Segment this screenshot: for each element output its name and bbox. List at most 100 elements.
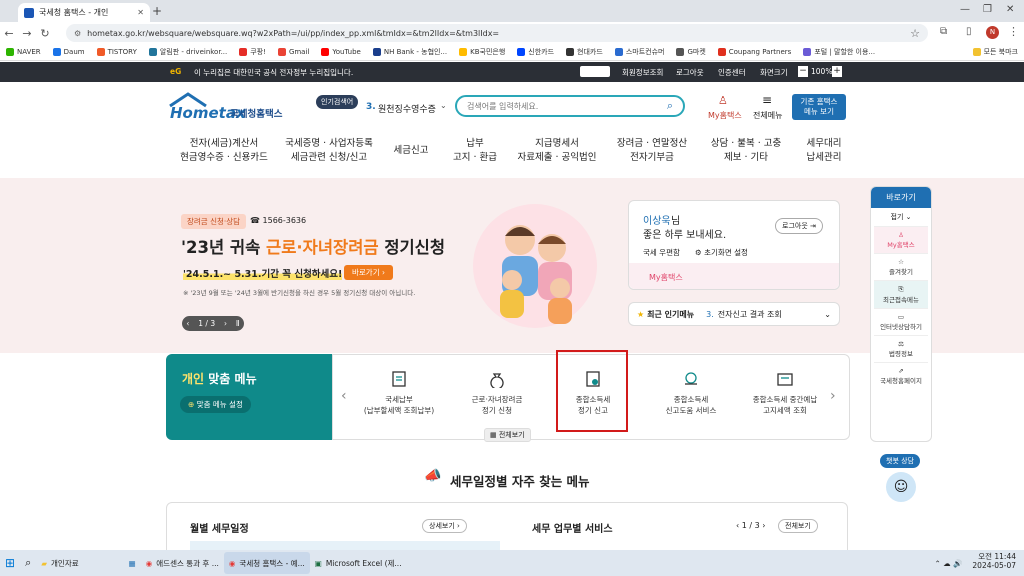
quick-nts-home[interactable]: ⇗ 국세청홈페이지 <box>874 362 928 389</box>
service-pager[interactable]: ‹ 1 / 3 › <box>736 521 765 530</box>
hero-go-button[interactable]: 바로가기 › <box>344 265 393 280</box>
menu-item-incentive[interactable]: 근로·자녀장려금 정기 신청 <box>452 368 542 416</box>
popular-menu-bar[interactable]: ★ 최근 인기메뉴 3. 전자신고 결과 조회 ⌄ <box>628 302 840 326</box>
browser-tab[interactable]: 국세청 홈택스 - 개인 ✕ <box>18 3 150 22</box>
menu-prev-icon[interactable]: ‹ <box>341 388 347 404</box>
fold-button[interactable]: 접기 ⌄ <box>871 208 931 226</box>
sidepanel-icon[interactable]: ▯ <box>966 26 972 37</box>
bookmark-item[interactable]: 현대카드 <box>560 47 609 57</box>
bookmark-item[interactable]: 알림판 - driveinkor... <box>143 47 233 57</box>
mailbox-link[interactable]: 국세 우편함 <box>643 247 680 258</box>
all-bookmarks[interactable]: 모든 북마크 <box>967 47 1024 57</box>
site-info-icon[interactable]: ⚙ <box>74 29 81 38</box>
service-all-button[interactable]: 전체보기 <box>778 519 818 533</box>
close-tab-icon[interactable]: ✕ <box>137 8 144 17</box>
gavel-icon: ⚖ <box>898 340 904 348</box>
chatbot-label[interactable]: 챗봇 상담 <box>880 454 920 468</box>
bookmark-item[interactable]: TISTORY <box>91 48 143 56</box>
hometax-logo[interactable]: Hometax 국세청홈택스 <box>168 92 288 122</box>
quick-law-info[interactable]: ⚖ 법령정보 <box>874 335 928 362</box>
my-user-icon[interactable]: ♙ <box>718 94 728 107</box>
bookmark-item[interactable]: YouTube <box>315 48 366 56</box>
bookmark-item[interactable]: KB국민은행 <box>453 47 511 57</box>
windows-start-icon[interactable]: ⊞ <box>0 552 20 574</box>
next-icon[interactable]: › <box>224 319 227 328</box>
minimize-icon[interactable]: — <box>960 4 970 15</box>
bookmark-star-icon[interactable]: ☆ <box>910 27 920 40</box>
gnb-item-tax-agent[interactable]: 세무대리 납세관리 <box>794 137 854 165</box>
search-icon[interactable]: ⌕ <box>667 99 673 113</box>
hamburger-menu-icon[interactable]: ≡ <box>762 93 772 107</box>
close-window-icon[interactable]: ✕ <box>1006 4 1014 15</box>
bookmark-item[interactable]: G마켓 <box>670 47 711 57</box>
gnb-item-certificates[interactable]: 국세증명 · 사업자등록 세금관련 신청/신고 <box>280 137 378 165</box>
gnb-item-payment[interactable]: 납부 고지 · 환급 <box>446 137 504 165</box>
new-tab-icon[interactable]: + <box>152 4 162 18</box>
gnb-item-incentives[interactable]: 장려금 · 연말정산 전자기부금 <box>610 137 694 165</box>
bookmark-item[interactable]: 신한카드 <box>511 47 560 57</box>
quick-recent-menu[interactable]: ⎘ 최근접속메뉴 <box>874 280 928 308</box>
bookmark-item[interactable]: Daum <box>47 48 91 56</box>
chevron-down-icon[interactable]: ⌄ <box>824 310 831 319</box>
bookmark-item[interactable]: 쿠팡! <box>233 47 272 57</box>
view-all-button[interactable]: ▦ 전체보기 <box>484 428 531 442</box>
hero-pager[interactable]: ‹ 1 / 3 › Ⅱ <box>182 316 244 331</box>
gnb-item-statements[interactable]: 지급명세서 자료제출 · 공익법인 <box>514 137 600 165</box>
gnb-item-tax-return[interactable]: 세금신고 <box>388 144 434 158</box>
menu-item-tax-payment[interactable]: 국세납부 (납부할세액 조회납부) <box>354 368 444 416</box>
quick-online-consult[interactable]: ▭ 인터넷상담하기 <box>874 308 928 335</box>
search-icon[interactable]: ⌕ <box>20 552 36 574</box>
monthly-more-button[interactable]: 상세보기 › <box>422 519 467 533</box>
bookmark-item[interactable]: 포털 | 말할한 이용... <box>797 47 881 57</box>
prev-icon[interactable]: ‹ <box>186 319 189 328</box>
bookmark-item[interactable]: Gmail <box>272 48 315 56</box>
search-box[interactable]: ⌕ <box>455 95 685 117</box>
my-hometax-card-link[interactable]: My홈택스 <box>649 272 683 283</box>
address-bar[interactable]: ⚙ hometax.go.kr/websquare/websquare.wq?w… <box>66 24 928 42</box>
back-icon[interactable]: ← <box>0 27 18 40</box>
member-info-link[interactable]: 회원정보조회 <box>622 67 663 78</box>
hometax-favicon <box>24 7 34 18</box>
bookmark-item[interactable]: NAVER <box>0 48 47 56</box>
full-menu-link[interactable]: 전체메뉴 <box>753 110 782 121</box>
bookmark-item[interactable]: 스마트컨슈머 <box>609 47 671 57</box>
browser-menu-icon[interactable]: ⋮ <box>1008 25 1019 38</box>
gnb-item-einvoice[interactable]: 전자(세금)계산서 현금영수증 · 신용카드 <box>176 137 272 165</box>
init-setting-link[interactable]: ⚙ 초기화면 설정 <box>695 247 748 258</box>
forward-icon[interactable]: → <box>18 27 36 40</box>
system-tray[interactable]: ⌃ ☁ 🔊 <box>930 552 968 574</box>
menu-setting-button[interactable]: ⊕ 맞춤 메뉴 설정 <box>180 396 251 413</box>
user-name: 이상욱 <box>643 216 671 227</box>
logout-link[interactable]: 로그아웃 <box>676 67 704 78</box>
bookmark-item[interactable]: NH Bank - 농협인... <box>367 47 453 57</box>
restore-icon[interactable]: ❐ <box>983 4 992 15</box>
taskbar-item-chrome-1[interactable]: ◉ 애드센스 통과 후 ... <box>141 552 224 574</box>
menu-item-filing-help[interactable]: 종합소득세 신고도움 서비스 <box>646 368 736 416</box>
popular-term[interactable]: 원천징수영수증 <box>378 102 436 115</box>
gnb-item-consulting[interactable]: 상담 · 불복 · 고충 제보 · 기타 <box>704 137 788 165</box>
zoom-in-button[interactable]: + <box>832 66 842 77</box>
search-input[interactable] <box>467 101 667 111</box>
quick-favorites[interactable]: ☆ 즐겨찾기 <box>874 253 928 280</box>
bookmark-item[interactable]: Coupang Partners <box>712 48 798 56</box>
chevron-down-icon[interactable]: ⌄ <box>440 101 447 110</box>
hero-phone: ☎ 1566-3636 <box>250 216 307 225</box>
quick-my-hometax[interactable]: ♙ My홈택스 <box>874 226 928 253</box>
chatbot-icon[interactable]: ☺ <box>886 472 916 502</box>
taskbar-item-chrome-2[interactable]: ◉ 국세청 홈택스 - 예... <box>223 552 310 574</box>
pause-icon[interactable]: Ⅱ <box>236 319 240 328</box>
calculator-icon[interactable]: ▦ <box>124 552 141 574</box>
menu-item-interim-payment[interactable]: 종합소득세 중간예납 고지세액 조회 <box>736 368 834 416</box>
profile-avatar[interactable]: N <box>986 26 999 39</box>
old-hometax-button[interactable]: 기존 홈택스 메뉴 보기 <box>792 94 846 120</box>
taskbar-item-folder[interactable]: ▰ 개인자료 <box>36 552 83 574</box>
hero-title[interactable]: '23년 귀속 근로·자녀장려금 정기신청 <box>181 234 445 258</box>
clock[interactable]: 오전 11:44 2024-05-07 <box>967 552 1024 574</box>
extensions-icon[interactable]: ⧉ <box>940 26 947 37</box>
auth-center-link[interactable]: 인증센터 <box>718 67 746 78</box>
my-hometax-link[interactable]: My홈택스 <box>708 110 742 121</box>
zoom-out-button[interactable]: − <box>798 66 808 77</box>
reload-icon[interactable]: ↻ <box>36 27 54 40</box>
logout-button[interactable]: 로그아웃 ⇥ <box>775 218 823 234</box>
taskbar-item-excel[interactable]: ▣ Microsoft Excel (제... <box>310 552 407 574</box>
